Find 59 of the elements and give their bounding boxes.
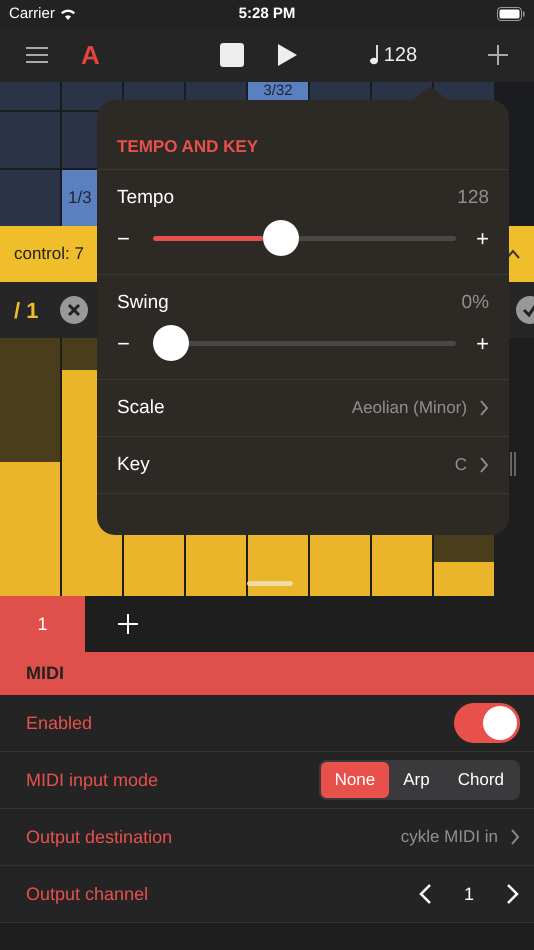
grid-cell[interactable] <box>62 82 122 110</box>
next-icon[interactable] <box>506 883 520 905</box>
play-icon[interactable] <box>276 43 298 67</box>
stop-icon[interactable] <box>220 43 244 67</box>
plus-button[interactable]: + <box>476 222 489 254</box>
enabled-toggle[interactable] <box>454 703 520 743</box>
menu-icon[interactable] <box>26 46 48 64</box>
slider-value: 0% <box>462 290 489 315</box>
slider-thumb[interactable] <box>153 325 189 361</box>
control-label: control: 7 <box>14 243 84 266</box>
carrier-label: Carrier <box>9 4 55 24</box>
setting-label: Output destination <box>26 826 172 849</box>
popover-title: TEMPO AND KEY <box>117 136 258 158</box>
segment-button[interactable]: Chord <box>444 762 518 798</box>
step-bar-track[interactable] <box>0 338 60 596</box>
destination-value: cykle MIDI in <box>400 826 498 848</box>
plus-button[interactable]: + <box>476 326 489 360</box>
chevron-up-icon[interactable] <box>506 249 520 259</box>
slider-label: Swing <box>117 290 169 315</box>
wifi-icon <box>58 7 77 21</box>
setting-label: MIDI input mode <box>26 768 158 792</box>
popover-row[interactable]: Scale Aeolian (Minor) <box>97 380 509 437</box>
segment-button[interactable]: None <box>320 762 390 798</box>
channel-value: 1 <box>464 882 474 906</box>
grid-cell[interactable] <box>0 112 60 168</box>
chevron-right-icon <box>479 457 489 473</box>
lane-label: / 1 <box>14 296 38 324</box>
drag-handle[interactable] <box>247 581 293 586</box>
resize-handle-icon[interactable] <box>510 452 516 476</box>
slider[interactable] <box>153 325 456 361</box>
app-logo[interactable]: A <box>81 36 100 74</box>
minus-button[interactable]: − <box>117 326 133 360</box>
note-label: 3/32 <box>263 83 293 99</box>
add-icon[interactable] <box>488 45 508 65</box>
segment-button[interactable]: Arp <box>389 762 444 798</box>
add-tab-icon[interactable] <box>118 614 138 634</box>
chevron-right-icon <box>510 829 520 845</box>
slider[interactable] <box>153 220 456 256</box>
row-value: Aeolian (Minor) <box>352 397 467 420</box>
row-value: C <box>454 454 467 476</box>
note-icon <box>370 45 380 65</box>
tempo-button[interactable]: 128 <box>384 40 418 70</box>
popover-row[interactable]: Key C <box>97 437 509 494</box>
slider-thumb[interactable] <box>262 220 299 256</box>
battery-icon <box>496 7 525 21</box>
grid-cell[interactable] <box>0 170 60 226</box>
row-label: Scale <box>117 396 165 420</box>
slider-value: 128 <box>457 186 489 210</box>
chevron-right-icon <box>479 400 489 416</box>
grid-cell[interactable] <box>0 82 60 110</box>
note-label: 1/3 <box>68 187 92 210</box>
setting-label: Output channel <box>26 882 148 906</box>
section-title: MIDI <box>26 662 64 685</box>
clock: 5:28 PM <box>238 4 296 24</box>
previous-icon[interactable] <box>418 883 432 905</box>
pattern-tab[interactable]: 1 <box>0 596 85 652</box>
close-icon[interactable] <box>60 296 88 324</box>
setting-label: Enabled <box>26 712 92 734</box>
row-label: Key <box>117 452 150 477</box>
